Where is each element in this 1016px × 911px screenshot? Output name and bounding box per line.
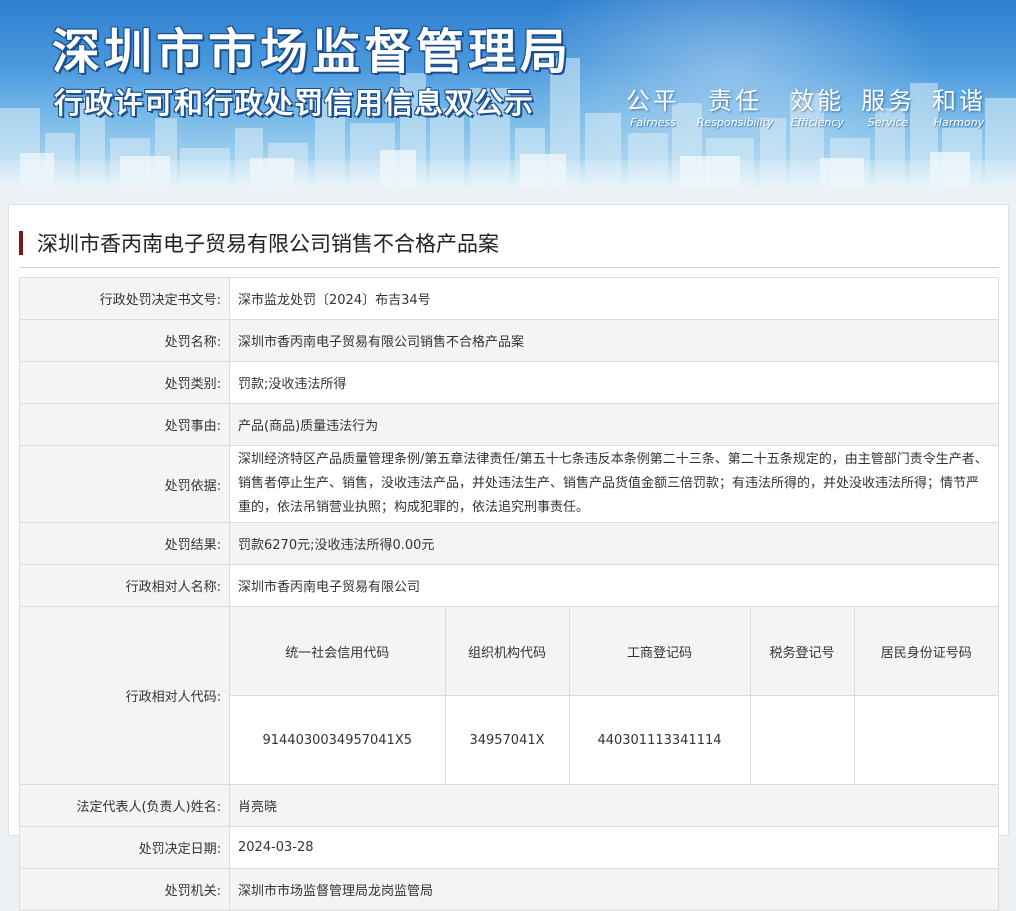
table-row: 处罚事由: 产品(商品)质量违法行为 <box>19 403 999 446</box>
slogan-en: Efficiency <box>790 116 844 129</box>
doc-no-value: 深市监龙处罚〔2024〕布吉34号 <box>229 277 999 320</box>
case-title-header: 深圳市香丙南电子贸易有限公司销售不合格产品案 <box>19 223 999 268</box>
site-subtitle: 行政许可和行政处罚信用信息双公示 <box>54 86 535 120</box>
code-value-row: 9144030034957041X5 34957041X 44030111334… <box>230 695 998 784</box>
penalty-basis-label: 处罚依据: <box>19 445 230 523</box>
penalty-basis-value: 深圳经济特区产品质量管理条例/第五章法律责任/第五十七条违反本条例第二十三条、第… <box>229 445 999 523</box>
legal-rep-value: 肖亮晓 <box>229 784 999 827</box>
slogan-service: 服务 Service <box>861 86 915 130</box>
table-row: 处罚类别: 罚款;没收违法所得 <box>19 361 999 404</box>
header-banner: 深圳市市场监督管理局 行政许可和行政处罚信用信息双公示 公平 Fairness … <box>0 0 1016 188</box>
table-row: 处罚名称: 深圳市香丙南电子贸易有限公司销售不合格产品案 <box>19 319 999 362</box>
slogan-en: Responsibility <box>696 116 774 129</box>
org-code-header: 组织机构代码 <box>444 607 570 696</box>
slogan-en: Service <box>867 116 909 129</box>
decision-date-value: 2024-03-28 <box>229 826 999 869</box>
authority-label: 处罚机关: <box>19 868 230 911</box>
penalty-reason-label: 处罚事由: <box>19 403 230 446</box>
slogan-efficiency: 效能 Efficiency <box>790 86 844 130</box>
tax-reg-header: 税务登记号 <box>749 607 855 696</box>
code-header-row: 统一社会信用代码 组织机构代码 工商登记码 税务登记号 居民身份证号码 <box>230 607 998 696</box>
slogan-en: Fairness <box>630 116 676 129</box>
credit-code-header: 统一社会信用代码 <box>230 607 446 696</box>
party-code-cell: 统一社会信用代码 组织机构代码 工商登记码 税务登记号 居民身份证号码 9144… <box>229 606 999 785</box>
slogan-zh: 责任 <box>708 87 763 115</box>
credit-code-value: 9144030034957041X5 <box>230 695 446 784</box>
content-panel: 深圳市香丙南电子贸易有限公司销售不合格产品案 行政处罚决定书文号: 深市监龙处罚… <box>8 204 1009 911</box>
penalty-category-value: 罚款;没收违法所得 <box>229 361 999 404</box>
org-code-value: 34957041X <box>444 695 570 784</box>
slogan-en: Harmony <box>933 116 985 129</box>
slogan-zh: 和谐 <box>931 87 986 115</box>
table-row: 处罚机关: 深圳市市场监督管理局龙岗监管局 <box>19 868 999 911</box>
business-reg-value: 440301113341114 <box>568 695 751 784</box>
party-name-value: 深圳市香丙南电子贸易有限公司 <box>229 564 999 607</box>
penalty-category-label: 处罚类别: <box>19 361 230 404</box>
table-row: 处罚依据: 深圳经济特区产品质量管理条例/第五章法律责任/第五十七条违反本条例第… <box>19 445 999 523</box>
penalty-result-value: 罚款6270元;没收违法所得0.00元 <box>229 522 999 565</box>
penalty-info-table: 行政处罚决定书文号: 深市监龙处罚〔2024〕布吉34号 处罚名称: 深圳市香丙… <box>19 277 999 911</box>
slogan-zh: 效能 <box>790 87 845 115</box>
penalty-name-value: 深圳市香丙南电子贸易有限公司销售不合格产品案 <box>229 319 999 362</box>
party-code-table: 统一社会信用代码 组织机构代码 工商登记码 税务登记号 居民身份证号码 9144… <box>230 607 998 784</box>
table-row: 行政处罚决定书文号: 深市监龙处罚〔2024〕布吉34号 <box>19 277 999 320</box>
table-row: 法定代表人(负责人)姓名: 肖亮晓 <box>19 784 999 827</box>
party-code-label: 行政相对人代码: <box>19 606 230 785</box>
decision-date-label: 处罚决定日期: <box>19 826 230 869</box>
site-title: 深圳市市场监督管理局 <box>52 24 573 80</box>
table-row: 处罚结果: 罚款6270元;没收违法所得0.00元 <box>19 522 999 565</box>
penalty-reason-value: 产品(商品)质量违法行为 <box>229 403 999 446</box>
table-row: 行政相对人名称: 深圳市香丙南电子贸易有限公司 <box>19 564 999 607</box>
legal-rep-label: 法定代表人(负责人)姓名: <box>19 784 230 827</box>
title-accent-bar <box>19 231 23 255</box>
slogan-fairness: 公平 Fairness <box>626 86 680 130</box>
id-card-value <box>853 695 998 784</box>
party-name-label: 行政相对人名称: <box>19 564 230 607</box>
business-reg-header: 工商登记码 <box>568 607 751 696</box>
table-row: 行政相对人代码: 统一社会信用代码 组织机构代码 工商登记码 税务登记号 居民身… <box>19 606 999 785</box>
penalty-result-label: 处罚结果: <box>19 522 230 565</box>
tax-reg-value <box>749 695 855 784</box>
slogan-group: 公平 Fairness 责任 Responsibility 效能 Efficie… <box>626 86 986 130</box>
slogan-responsibility: 责任 Responsibility <box>697 86 774 130</box>
slogan-zh: 公平 <box>626 87 680 115</box>
id-card-header: 居民身份证号码 <box>853 607 998 696</box>
case-title: 深圳市香丙南电子贸易有限公司销售不合格产品案 <box>37 232 499 256</box>
authority-value: 深圳市市场监督管理局龙岗监管局 <box>229 868 999 911</box>
table-row: 处罚决定日期: 2024-03-28 <box>19 826 999 869</box>
slogan-zh: 服务 <box>861 87 916 115</box>
doc-no-label: 行政处罚决定书文号: <box>19 277 230 320</box>
slogan-harmony: 和谐 Harmony <box>932 86 986 130</box>
penalty-name-label: 处罚名称: <box>19 319 230 362</box>
banner-ground <box>0 160 1016 188</box>
